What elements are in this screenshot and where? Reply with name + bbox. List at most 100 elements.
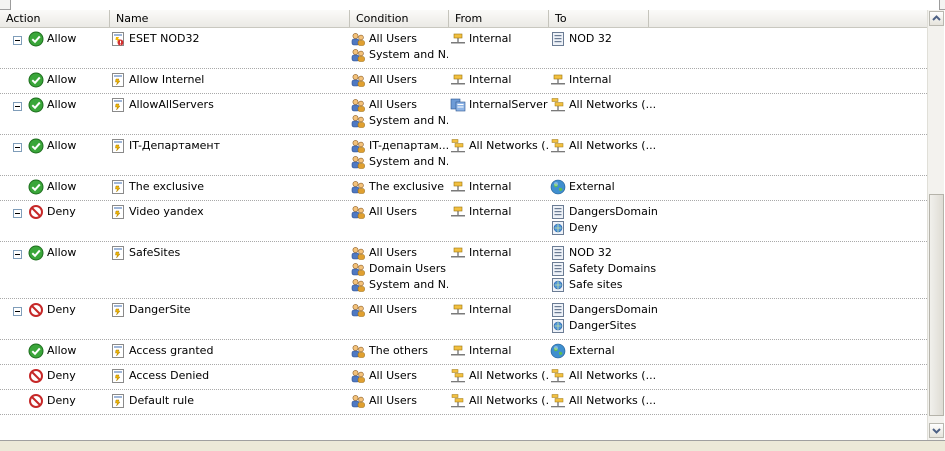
- from-item-label: Internal: [469, 246, 512, 259]
- column-to[interactable]: To: [549, 10, 649, 27]
- column-action[interactable]: Action: [0, 10, 110, 27]
- rule-from: All Networks (...: [450, 368, 548, 384]
- rule-condition: The exclusive: [350, 179, 448, 195]
- bottom-frame: [0, 440, 945, 451]
- rule-name: The exclusive: [110, 179, 348, 195]
- user-set-icon: [350, 343, 366, 359]
- rule-row[interactable]: Allow The exclusive The exclusive Internal E…: [0, 176, 927, 201]
- rule-icon: [110, 393, 126, 409]
- rule-name-label: SafeSites: [129, 246, 181, 259]
- scroll-down-arrow-icon: [932, 428, 941, 434]
- condition-item-label: All Users: [369, 32, 417, 45]
- rules-list: Allow ESET NOD32 All Users System and N... I…: [0, 28, 927, 444]
- to-item-label: Deny: [569, 221, 598, 234]
- rule-condition: All Users: [350, 393, 448, 409]
- rule-from: All Networks (...: [450, 138, 548, 154]
- network-icon: [450, 72, 466, 88]
- scroll-down-button[interactable]: [929, 423, 944, 438]
- rule-name: AllowAllServers: [110, 97, 348, 113]
- rule-from: InternalServers: [450, 97, 548, 113]
- rule-row[interactable]: Deny Default rule All Users All Networks (.…: [0, 390, 927, 415]
- rule-action-label: Deny: [47, 369, 76, 382]
- rule-name: SafeSites: [110, 245, 348, 261]
- from-item-label: Internal: [469, 205, 512, 218]
- network-icon: [550, 72, 566, 88]
- rule-condition: All Users: [350, 72, 448, 88]
- to-item-label: External: [569, 344, 615, 357]
- rule-action-label: Allow: [47, 73, 77, 86]
- column-from[interactable]: From: [449, 10, 549, 27]
- rule-action-label: Deny: [47, 303, 76, 316]
- rule-action: Deny: [28, 302, 76, 318]
- condition-item-label: System and N...: [369, 114, 448, 127]
- rule-row[interactable]: Allow SafeSites All Users Domain Users Syste…: [0, 242, 927, 299]
- domain-set-icon: [550, 31, 566, 47]
- rule-action-label: Deny: [47, 205, 76, 218]
- network-set-icon: [450, 368, 466, 384]
- globe-icon: [550, 343, 566, 359]
- rule-icon: [110, 72, 126, 88]
- user-set-icon: [350, 31, 366, 47]
- column-filler: [649, 10, 927, 27]
- user-set-icon: [350, 113, 366, 129]
- rule-action: Allow: [28, 343, 76, 359]
- rule-from: Internal: [450, 31, 548, 47]
- rule-row[interactable]: Allow IT-Департамент IT-департам... System …: [0, 135, 927, 176]
- rule-to: DangersDomain DangerSites: [550, 302, 660, 334]
- rule-action-label: Allow: [47, 139, 77, 152]
- rule-action: Allow: [28, 31, 76, 47]
- allow-icon: [28, 179, 44, 195]
- user-set-icon: [350, 261, 366, 277]
- from-item-label: Internal: [469, 32, 512, 45]
- rule-to: All Networks (...: [550, 97, 660, 113]
- rule-row[interactable]: Allow Allow Internel All Users Internal Inte…: [0, 69, 927, 94]
- rule-icon: [110, 343, 126, 359]
- rule-from: Internal: [450, 343, 548, 359]
- rule-from: Internal: [450, 245, 548, 261]
- rule-from: Internal: [450, 302, 548, 318]
- deny-icon: [28, 393, 44, 409]
- rule-condition: IT-департам... System and N...: [350, 138, 448, 170]
- to-item-label: Internal: [569, 73, 612, 86]
- network-set-icon: [450, 393, 466, 409]
- to-item-label: Safety Domains: [569, 262, 657, 275]
- rule-from: All Networks (...: [450, 393, 548, 409]
- to-item-label: NOD 32: [569, 246, 612, 259]
- scroll-up-button[interactable]: [929, 11, 944, 26]
- user-set-icon: [350, 277, 366, 293]
- scroll-thumb[interactable]: [929, 194, 944, 416]
- rule-name: Video yandex: [110, 204, 348, 220]
- collapse-toggle-icon[interactable]: [13, 36, 22, 45]
- to-item-label: All Networks (...: [569, 139, 657, 152]
- column-condition[interactable]: Condition: [350, 10, 449, 27]
- domain-set-icon: [550, 302, 566, 318]
- condition-item-label: System and N...: [369, 278, 448, 291]
- user-set-icon: [350, 97, 366, 113]
- deny-icon: [28, 302, 44, 318]
- rule-warning-icon: [110, 31, 126, 47]
- collapse-toggle-icon[interactable]: [13, 307, 22, 316]
- rule-row[interactable]: Allow ESET NOD32 All Users System and N... I…: [0, 28, 927, 69]
- collapse-toggle-icon[interactable]: [13, 102, 22, 111]
- url-set-icon: [550, 277, 566, 293]
- network-set-icon: [550, 97, 566, 113]
- column-name[interactable]: Name: [110, 10, 350, 27]
- rule-action: Allow: [28, 97, 76, 113]
- from-item-label: Internal: [469, 303, 512, 316]
- collapse-toggle-icon[interactable]: [13, 250, 22, 259]
- rule-row[interactable]: Deny DangerSite All Users Internal DangersDo…: [0, 299, 927, 340]
- rule-row[interactable]: Deny Access Denied All Users All Networks (…: [0, 365, 927, 390]
- condition-item-label: All Users: [369, 303, 417, 316]
- collapse-toggle-icon[interactable]: [13, 209, 22, 218]
- rule-from: Internal: [450, 179, 548, 195]
- rule-condition: All Users System and N...: [350, 31, 448, 63]
- rule-name: ESET NOD32: [110, 31, 348, 47]
- vertical-scrollbar[interactable]: [927, 10, 944, 440]
- collapse-toggle-icon[interactable]: [13, 143, 22, 152]
- rule-row[interactable]: Allow Access granted The others Internal Ext…: [0, 340, 927, 365]
- user-set-icon: [350, 245, 366, 261]
- rule-name: DangerSite: [110, 302, 348, 318]
- rule-row[interactable]: Deny Video yandex All Users Internal Dangers…: [0, 201, 927, 242]
- condition-item-label: All Users: [369, 73, 417, 86]
- rule-row[interactable]: Allow AllowAllServers All Users System and …: [0, 94, 927, 135]
